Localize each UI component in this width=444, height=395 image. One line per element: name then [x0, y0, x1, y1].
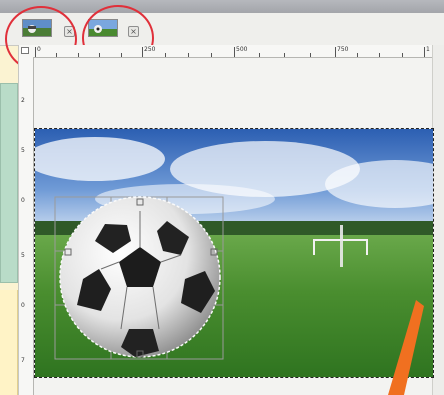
left-dock-panel-lower	[0, 290, 18, 395]
image-tab-1[interactable]	[22, 19, 52, 37]
tab-1-close-button[interactable]: ×	[64, 26, 75, 37]
ruler-minor-tick	[357, 53, 358, 57]
ruler-label-500: 500	[236, 46, 248, 53]
horizontal-ruler: 0 250 500 750 1	[19, 45, 433, 58]
ruler-label-250: 250	[144, 46, 156, 53]
ruler-tick	[234, 47, 235, 57]
ruler-minor-tick	[379, 53, 380, 57]
image-tab-strip: × ×	[0, 13, 444, 46]
vruler-label: 2	[21, 97, 25, 104]
ruler-minor-tick	[121, 53, 122, 57]
tab-2-close-button[interactable]: ×	[128, 26, 139, 37]
image-canvas[interactable]	[34, 128, 434, 378]
vertical-scrollbar[interactable]	[432, 45, 444, 395]
vruler-label: 5	[21, 252, 25, 259]
ruler-tick	[142, 47, 143, 57]
ruler-tick	[35, 47, 36, 57]
navigate-icon[interactable]	[21, 47, 29, 54]
image-tab-2[interactable]	[88, 19, 118, 37]
ruler-minor-tick	[165, 53, 166, 57]
vruler-label: 0	[21, 302, 25, 309]
vertical-ruler: 2 5 0 5 0 7	[19, 57, 34, 395]
ruler-minor-tick	[211, 53, 212, 57]
ruler-minor-tick	[56, 53, 57, 57]
ruler-tick	[424, 47, 425, 57]
ruler-minor-tick	[284, 53, 285, 57]
vruler-label: 5	[21, 147, 25, 154]
field-thumbnail-icon	[89, 20, 117, 36]
ruler-minor-tick	[259, 53, 260, 57]
ruler-label-1000: 1	[426, 46, 430, 53]
canvas-image	[35, 129, 433, 377]
ruler-minor-tick	[402, 53, 403, 57]
left-dock-panel	[0, 83, 18, 283]
ruler-label-750: 750	[337, 46, 349, 53]
ruler-label-0: 0	[37, 46, 41, 53]
ruler-minor-tick	[310, 53, 311, 57]
shot-thumbnail-icon	[23, 20, 51, 36]
ruler-minor-tick	[99, 53, 100, 57]
ruler-minor-tick	[188, 53, 189, 57]
vruler-label: 0	[21, 197, 25, 204]
ruler-tick	[335, 47, 336, 57]
window-title-bar	[0, 0, 444, 13]
vruler-label: 7	[21, 357, 25, 364]
ruler-minor-tick	[78, 53, 79, 57]
